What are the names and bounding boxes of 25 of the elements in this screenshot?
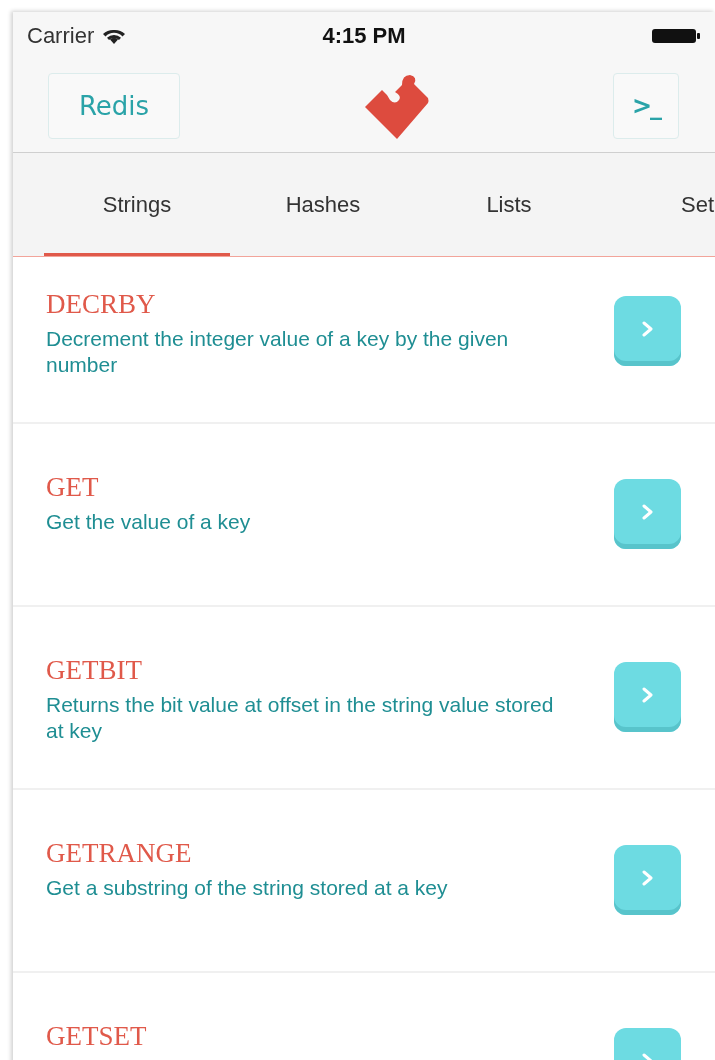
chevron-right-icon [640, 504, 655, 520]
tab[interactable]: Set [602, 153, 715, 256]
open-button[interactable] [614, 479, 681, 549]
tab[interactable]: Lists [416, 153, 602, 256]
command-description: Decrement the integer value of a key by the given number [46, 326, 510, 378]
tab[interactable]: Hashes [230, 153, 416, 256]
command-name: DECRBY [46, 289, 156, 320]
command-name: GETBIT [46, 655, 142, 686]
carrier-label: Carrier [27, 23, 95, 49]
open-button[interactable] [614, 845, 681, 915]
chevron-right-icon [640, 321, 655, 337]
chevron-right-icon [640, 870, 655, 886]
command-description: Returns the bit value at offset in the string value stored at key [46, 692, 555, 744]
command-name: GET [46, 472, 99, 503]
command-name: GETRANGE [46, 838, 192, 869]
command-name: GETSET [46, 1021, 147, 1052]
chevron-right-icon [640, 687, 655, 703]
open-button[interactable] [614, 296, 681, 366]
clock-time: 4:15 PM [322, 23, 406, 49]
command-description: Get a substring of the string stored at a key [46, 875, 449, 901]
tab[interactable]: Strings [44, 153, 230, 256]
battery-icon [651, 27, 701, 45]
wifi-icon [102, 27, 127, 45]
open-button[interactable] [614, 662, 681, 732]
command-description: Get the value of a key [46, 509, 252, 535]
